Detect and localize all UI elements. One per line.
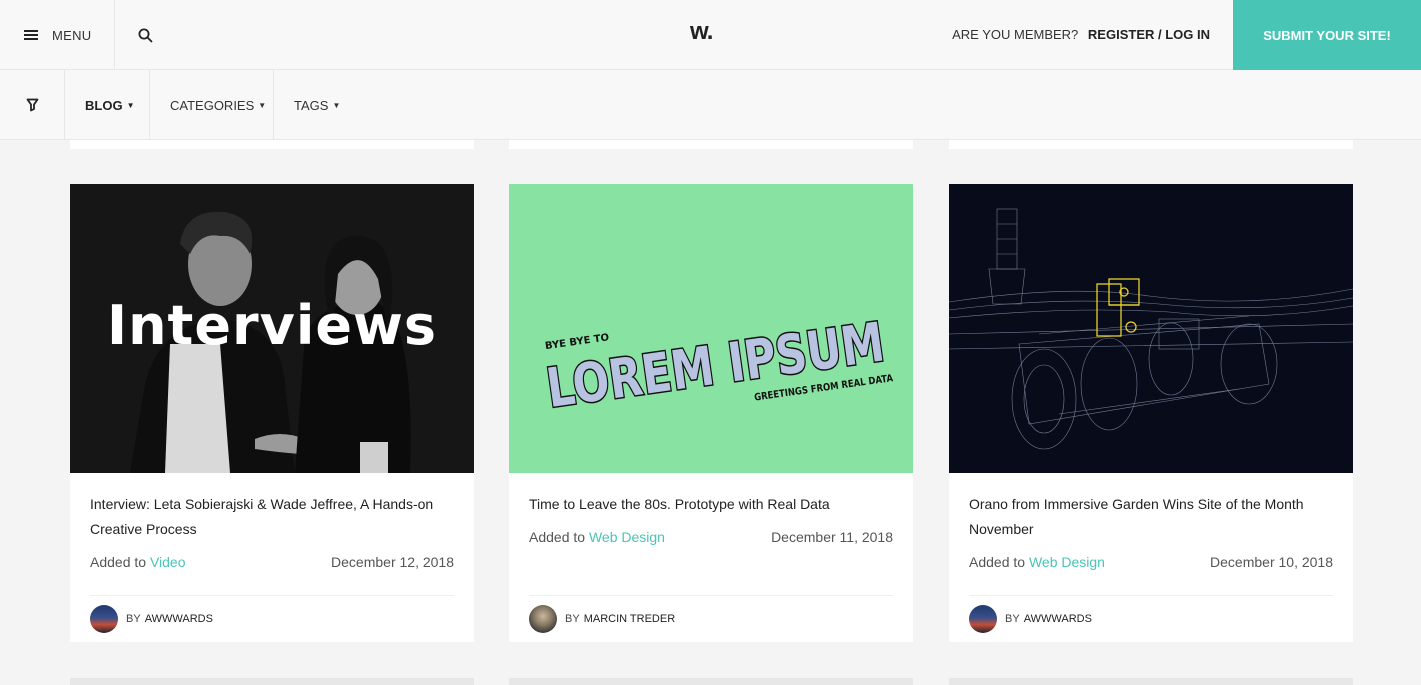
article-title[interactable]: Interview: Leta Sobierajski & Wade Jeffr… (90, 492, 450, 542)
author-name[interactable]: AWWWARDS (1024, 613, 1092, 625)
article-author: BY AWWWARDS (90, 605, 213, 633)
card-divider (529, 595, 893, 596)
article-thumbnail[interactable]: Interviews (70, 184, 474, 473)
article-thumbnail[interactable] (949, 184, 1353, 473)
article-author: BY AWWWARDS (969, 605, 1092, 633)
avatar[interactable] (969, 605, 997, 633)
caret-down-icon: ▼ (126, 100, 135, 110)
by-label: BY (126, 613, 141, 625)
thumbnail-heading: Interviews (107, 294, 437, 357)
next-card-edge (509, 678, 913, 685)
submit-site-button[interactable]: SUBMIT YOUR SITE! (1233, 0, 1421, 70)
card-divider (969, 595, 1333, 596)
blog-subnav-bar: BLOG ▼ CATEGORIES ▼ TAGS ▼ (0, 70, 1421, 140)
search-icon (138, 28, 152, 42)
search-button[interactable] (115, 0, 175, 70)
added-to-label: Added to (969, 554, 1026, 570)
article-meta: Added to Web Design December 10, 2018 (969, 554, 1333, 570)
previous-card-edge (509, 140, 913, 149)
card-divider (90, 595, 454, 596)
next-card-edge (70, 678, 474, 685)
article-title[interactable]: Orano from Immersive Garden Wins Site of… (969, 492, 1329, 542)
article-meta: Added to Web Design December 11, 2018 (529, 529, 893, 545)
article-author: BY MARCIN TREDER (529, 605, 675, 633)
article-date: December 10, 2018 (1210, 554, 1333, 570)
subnav-categories[interactable]: CATEGORIES ▼ (150, 70, 274, 140)
hamburger-icon (24, 30, 38, 40)
article-date: December 11, 2018 (771, 529, 893, 545)
next-card-edge (949, 678, 1353, 685)
subnav-tags-label: TAGS (294, 97, 329, 113)
subnav-tags[interactable]: TAGS ▼ (274, 70, 360, 140)
member-question: ARE YOU MEMBER? (952, 27, 1079, 42)
category-link[interactable]: Video (150, 554, 186, 570)
article-title[interactable]: Time to Leave the 80s. Prototype with Re… (529, 492, 889, 517)
caret-down-icon: ▼ (332, 100, 341, 110)
subnav-blog-label: BLOG (85, 97, 123, 113)
subnav-blog[interactable]: BLOG ▼ (65, 70, 150, 140)
filter-icon (26, 98, 38, 112)
menu-button[interactable]: MENU (0, 0, 115, 70)
avatar[interactable] (529, 605, 557, 633)
article-thumbnail[interactable]: BYE BYE TO LOREM IPSUM GREETINGS FROM RE… (509, 184, 913, 473)
member-login: ARE YOU MEMBER? REGISTER / LOG IN (952, 27, 1210, 42)
wireframe-scene-art (949, 184, 1353, 473)
lorem-ipsum-postcard-art: BYE BYE TO LOREM IPSUM GREETINGS FROM RE… (509, 184, 913, 473)
avatar[interactable] (90, 605, 118, 633)
previous-card-edge (70, 140, 474, 149)
category-link[interactable]: Web Design (1029, 554, 1105, 570)
filter-button[interactable] (0, 70, 65, 140)
by-label: BY (565, 613, 580, 625)
subnav-categories-label: CATEGORIES (170, 97, 255, 113)
added-to-label: Added to (90, 554, 147, 570)
category-link[interactable]: Web Design (589, 529, 665, 545)
added-to-label: Added to (529, 529, 586, 545)
article-card[interactable]: Interviews Interview: Leta Sobierajski &… (70, 184, 474, 642)
author-name[interactable]: MARCIN TREDER (584, 613, 675, 625)
article-card[interactable]: Orano from Immersive Garden Wins Site of… (949, 184, 1353, 642)
article-card[interactable]: BYE BYE TO LOREM IPSUM GREETINGS FROM RE… (509, 184, 913, 642)
menu-label: MENU (52, 27, 92, 43)
author-name[interactable]: AWWWARDS (145, 613, 213, 625)
site-logo[interactable]: w. (690, 18, 713, 46)
top-bar: MENU w. ARE YOU MEMBER? REGISTER / LOG I… (0, 0, 1421, 70)
article-date: December 12, 2018 (331, 554, 454, 570)
caret-down-icon: ▼ (258, 100, 267, 110)
previous-card-edge (949, 140, 1353, 149)
by-label: BY (1005, 613, 1020, 625)
article-meta: Added to Video December 12, 2018 (90, 554, 454, 570)
register-login-link[interactable]: REGISTER / LOG IN (1088, 27, 1210, 42)
